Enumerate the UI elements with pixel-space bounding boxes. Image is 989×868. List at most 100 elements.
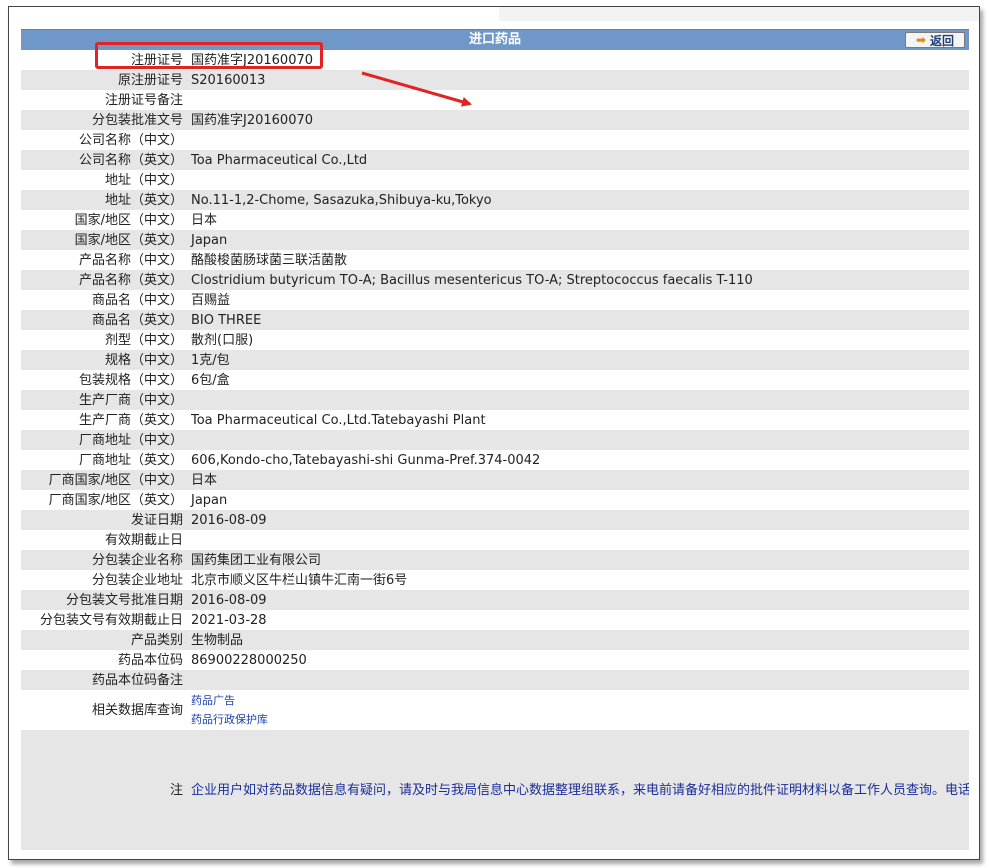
- field-label: 剂型（中文）: [21, 330, 187, 350]
- field-value: Japan: [187, 230, 969, 250]
- field-value: No.11-1,2-Chome, Sasazuka,Shibuya-ku,Tok…: [187, 190, 969, 210]
- table-row: 剂型（中文） 散剂(口服): [21, 330, 969, 350]
- field-label: 厂商地址（英文）: [21, 450, 187, 470]
- field-label: 分包装企业地址: [21, 570, 187, 590]
- table-row: 发证日期 2016-08-09: [21, 510, 969, 530]
- field-label: 地址（中文）: [21, 170, 187, 190]
- field-value: 2021-03-28: [187, 610, 969, 630]
- related-db-links: 药品广告 药品行政保护库: [187, 690, 969, 730]
- related-db-row: 相关数据库查询 药品广告 药品行政保护库: [21, 690, 969, 730]
- field-label: 原注册证号: [21, 70, 187, 90]
- field-label: 分包装文号批准日期: [21, 590, 187, 610]
- table-row: 商品名（英文） BIO THREE: [21, 310, 969, 330]
- table-row: 产品名称（英文） Clostridium butyricum TO-A; Baci…: [21, 270, 969, 290]
- table-row: 厂商国家/地区（中文） 日本: [21, 470, 969, 490]
- field-value: [187, 170, 969, 190]
- field-value: S20160013: [187, 70, 969, 90]
- field-value: [187, 390, 969, 410]
- table-row: 公司名称（英文） Toa Pharmaceutical Co.,Ltd: [21, 150, 969, 170]
- note-label: 注: [21, 730, 187, 850]
- field-value: Toa Pharmaceutical Co.,Ltd: [187, 150, 969, 170]
- highlight-box: [95, 42, 323, 69]
- field-label: 商品名（英文）: [21, 310, 187, 330]
- field-value: Toa Pharmaceutical Co.,Ltd.Tatebayashi P…: [187, 410, 969, 430]
- table-row: 有效期截止日: [21, 530, 969, 550]
- table-row: 厂商国家/地区（英文） Japan: [21, 490, 969, 510]
- field-label: 地址（英文）: [21, 190, 187, 210]
- table-row: 分包装文号批准日期 2016-08-09: [21, 590, 969, 610]
- field-value: Japan: [187, 490, 969, 510]
- field-label: 厂商国家/地区（中文）: [21, 470, 187, 490]
- page-frame: 进口药品 ➡ 返回 注册证号 国药准字J20160070 原注册证号 S201600…: [8, 6, 980, 860]
- field-label: 药品本位码: [21, 650, 187, 670]
- table-row: 药品本位码备注: [21, 670, 969, 690]
- field-value: 国药准字J20160070: [187, 110, 969, 130]
- note-row: 注 企业用户如对药品数据信息有疑问，请及时与我局信息中心数据整理组联系，来电前请…: [21, 730, 969, 850]
- field-value: [187, 530, 969, 550]
- field-value: 国药集团工业有限公司: [187, 550, 969, 570]
- field-value: [187, 90, 969, 110]
- field-label: 药品本位码备注: [21, 670, 187, 690]
- field-value: 2016-08-09: [187, 590, 969, 610]
- field-label: 产品名称（中文）: [21, 250, 187, 270]
- drug-info-table: 注册证号 国药准字J20160070 原注册证号 S20160013 注册证号备注 …: [21, 50, 969, 850]
- field-value: 北京市顺义区牛栏山镇牛汇南一街6号: [187, 570, 969, 590]
- table-row: 分包装企业名称 国药集团工业有限公司: [21, 550, 969, 570]
- table-row: 生产厂商（英文） Toa Pharmaceutical Co.,Ltd.Tateb…: [21, 410, 969, 430]
- table-row: 商品名（中文） 百赐益: [21, 290, 969, 310]
- note-text: 企业用户如对药品数据信息有疑问，请及时与我局信息中心数据整理组联系，来电前请备好…: [187, 730, 969, 850]
- field-label: 分包装文号有效期截止日: [21, 610, 187, 630]
- field-label: 规格（中文）: [21, 350, 187, 370]
- field-label: 厂商国家/地区（英文）: [21, 490, 187, 510]
- field-value: 日本: [187, 210, 969, 230]
- table-row: 公司名称（中文）: [21, 130, 969, 150]
- table-row: 分包装批准文号 国药准字J20160070: [21, 110, 969, 130]
- field-label: 分包装企业名称: [21, 550, 187, 570]
- field-value: BIO THREE: [187, 310, 969, 330]
- table-row: 厂商地址（英文） 606,Kondo-cho,Tatebayashi-shi Gu…: [21, 450, 969, 470]
- field-value: 1克/包: [187, 350, 969, 370]
- table-row: 生产厂商（中文）: [21, 390, 969, 410]
- table-row: 厂商地址（中文）: [21, 430, 969, 450]
- field-value: 6包/盒: [187, 370, 969, 390]
- field-label: 公司名称（中文）: [21, 130, 187, 150]
- table-row: 分包装文号有效期截止日 2021-03-28: [21, 610, 969, 630]
- field-label: 生产厂商（英文）: [21, 410, 187, 430]
- field-label: 分包装批准文号: [21, 110, 187, 130]
- back-button[interactable]: ➡ 返回: [905, 32, 965, 48]
- table-row: 注册证号备注: [21, 90, 969, 110]
- table-row: 国家/地区（中文） 日本: [21, 210, 969, 230]
- field-value: [187, 430, 969, 450]
- field-label: 国家/地区（英文）: [21, 230, 187, 250]
- field-label: 生产厂商（中文）: [21, 390, 187, 410]
- field-value: [187, 130, 969, 150]
- field-label: 厂商地址（中文）: [21, 430, 187, 450]
- field-value: 日本: [187, 470, 969, 490]
- field-value: 86900228000250: [187, 650, 969, 670]
- table-row: 分包装企业地址 北京市顺义区牛栏山镇牛汇南一街6号: [21, 570, 969, 590]
- field-value: 百赐益: [187, 290, 969, 310]
- table-row: 地址（英文） No.11-1,2-Chome, Sasazuka,Shibuya-…: [21, 190, 969, 210]
- table-row: 国家/地区（英文） Japan: [21, 230, 969, 250]
- table-row: 包装规格（中文） 6包/盒: [21, 370, 969, 390]
- field-value: 散剂(口服): [187, 330, 969, 350]
- table-row: 规格（中文） 1克/包: [21, 350, 969, 370]
- field-label: 产品名称（英文）: [21, 270, 187, 290]
- arrow-right-icon: ➡: [915, 33, 927, 47]
- link-drug-ads[interactable]: 药品广告: [191, 691, 965, 710]
- field-label: 包装规格（中文）: [21, 370, 187, 390]
- field-label: 发证日期: [21, 510, 187, 530]
- field-value: 酪酸梭菌肠球菌三联活菌散: [187, 250, 969, 270]
- field-label: 国家/地区（中文）: [21, 210, 187, 230]
- field-label: 商品名（中文）: [21, 290, 187, 310]
- back-button-label: 返回: [930, 33, 955, 48]
- field-value: 2016-08-09: [187, 510, 969, 530]
- field-value: 生物制品: [187, 630, 969, 650]
- table-row: 药品本位码 86900228000250: [21, 650, 969, 670]
- field-label: 有效期截止日: [21, 530, 187, 550]
- link-drug-admin-protection[interactable]: 药品行政保护库: [191, 710, 965, 729]
- table-row: 地址（中文）: [21, 170, 969, 190]
- field-value: Clostridium butyricum TO-A; Bacillus mes…: [187, 270, 969, 290]
- table-row: 产品名称（中文） 酪酸梭菌肠球菌三联活菌散: [21, 250, 969, 270]
- table-row: 原注册证号 S20160013: [21, 70, 969, 90]
